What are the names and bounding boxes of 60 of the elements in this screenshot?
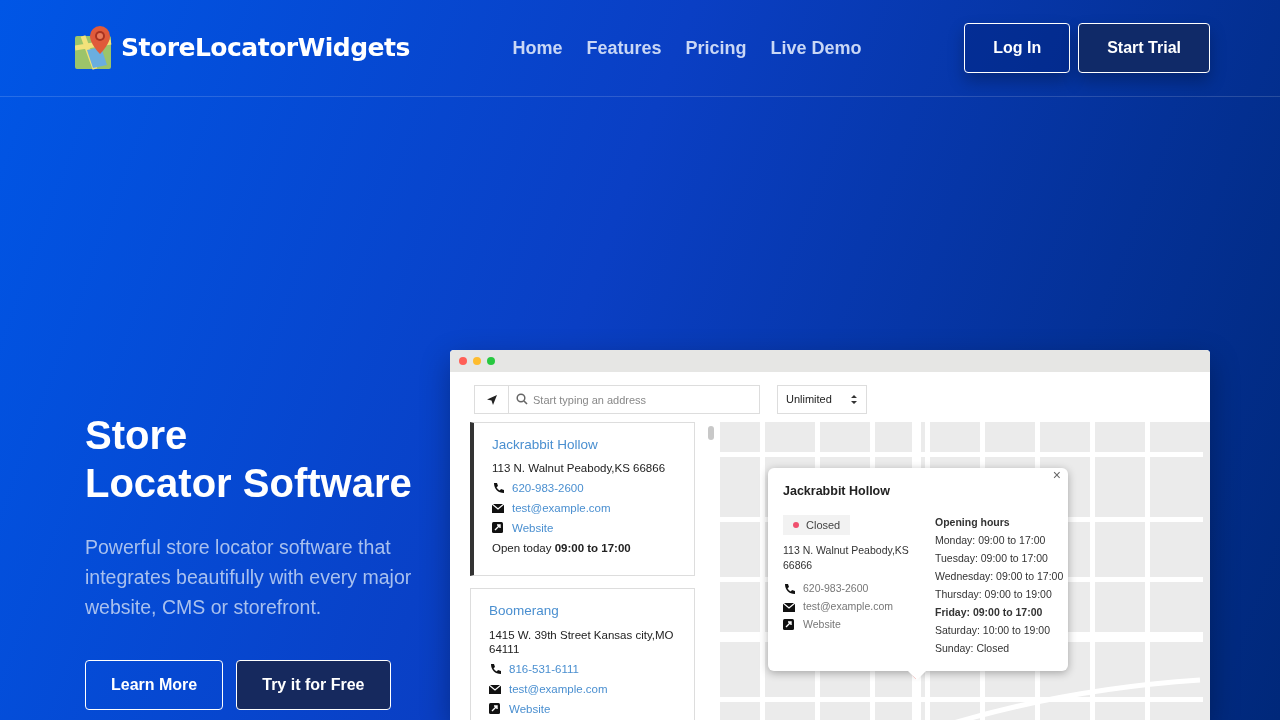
opening-hours-line: Friday: 09:00 to 17:00 [935, 604, 1044, 620]
store-card[interactable]: Boomerang 1415 W. 39th Street Kansas city,MO 64111 816-531-6111 test@example.com Website [470, 588, 695, 720]
limit-select[interactable]: Unlimited [777, 385, 867, 414]
brand-logo[interactable]: StoreLocatorWidgets [75, 26, 410, 70]
store-name: Boomerang [489, 602, 560, 621]
opening-hours-line: Tuesday: 09:00 to 17:00 [935, 550, 1049, 566]
store-card[interactable]: Jackrabbit Hollow 113 N. Walnut Peabody,KS 66866 620-983-2600 test@example.com Website Open today 09:00 to 17:00 [470, 422, 695, 577]
scrollbar-thumb[interactable] [708, 426, 714, 440]
window-control-dot[interactable] [487, 357, 495, 365]
search-icon [516, 393, 528, 405]
address-search-field[interactable]: Start typing an address [508, 385, 760, 414]
nav-link[interactable]: Home [512, 34, 563, 62]
external-link-icon [783, 618, 795, 631]
hero-title: Store Locator Software [85, 412, 413, 507]
close-button[interactable]: × [1049, 467, 1064, 483]
envelope-icon [492, 502, 504, 515]
opening-hours-line: Saturday: 10:00 to 19:00 [935, 622, 1051, 638]
log-in-button[interactable]: Log In [964, 23, 1071, 73]
store-address: 1415 W. 39th Street Kansas city,MO 64111 [489, 627, 675, 656]
opening-hours-line: Thursday: 09:00 to 19:00 [935, 586, 1053, 602]
learn-more-button[interactable]: Learn More [85, 660, 224, 710]
opening-hours-heading: Opening hours [935, 514, 1011, 530]
opening-hours-line: Monday: 09:00 to 17:00 [935, 532, 1047, 548]
phone-icon [783, 582, 795, 595]
phone-icon [489, 662, 501, 675]
window-control-dot[interactable] [459, 357, 467, 365]
opening-hours-line: Wednesday: 09:00 to 17:00 [935, 568, 1064, 584]
store-address: 113 N. Walnut Peabody,KS 66866 [492, 461, 667, 476]
map-pin-logo-icon [75, 26, 113, 70]
nav-link[interactable]: Pricing [685, 34, 747, 62]
navigation-arrow-icon [485, 393, 498, 406]
status-badge: Closed [783, 514, 851, 536]
window-control-dot[interactable] [473, 357, 481, 365]
phone-link[interactable]: 620-983-2600 [803, 581, 869, 597]
email-link[interactable]: test@example.com [509, 681, 608, 696]
website-link[interactable]: Website [509, 701, 551, 716]
popup-store-name: Jackrabbit Hollow [783, 483, 891, 500]
external-link-icon [489, 702, 501, 715]
website-link[interactable]: Website [512, 521, 554, 536]
envelope-icon [783, 600, 795, 613]
email-link[interactable]: test@example.com [803, 599, 894, 615]
select-arrows-icon [850, 394, 858, 405]
popup-address: 113 N. Walnut Peabody,KS 66866 [783, 543, 910, 574]
brand-name: StoreLocatorWidgets [121, 32, 410, 65]
opening-hours-today: Open today 09:00 to 17:00 [492, 541, 632, 556]
nav-link[interactable]: Live Demo [770, 34, 862, 62]
website-link[interactable]: Website [803, 617, 841, 633]
envelope-icon [489, 682, 501, 695]
email-link[interactable]: test@example.com [512, 501, 611, 516]
nav-link[interactable]: Features [586, 34, 662, 62]
opening-hours-line: Sunday: Closed [935, 640, 1011, 656]
phone-icon [492, 482, 504, 495]
locate-button[interactable] [474, 385, 508, 414]
store-name: Jackrabbit Hollow [492, 436, 599, 454]
start-trial-button[interactable]: Start Trial [1078, 23, 1210, 73]
external-link-icon [492, 522, 504, 535]
hero-description: Powerful store locator software that integrates beautifully with every major website, CMS or storefront. [85, 535, 413, 620]
free-trial-button[interactable]: Try it for Free [236, 660, 391, 710]
phone-link[interactable]: 816-531-6111 [509, 661, 579, 676]
phone-link[interactable]: 620-983-2600 [512, 481, 584, 496]
